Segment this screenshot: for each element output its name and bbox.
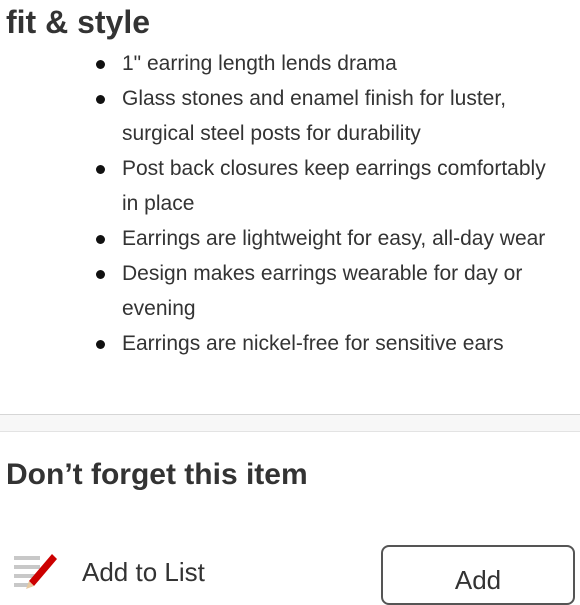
feature-bullet-text: Glass stones and enamel finish for luste… — [122, 87, 507, 145]
bullet-icon — [96, 60, 105, 69]
feature-bullet-text: 1" earring length lends drama — [122, 52, 397, 75]
section-title-fit-style: fit & style — [6, 4, 151, 40]
feature-bullet-item: Glass stones and enamel finish for luste… — [0, 81, 580, 151]
bullet-icon — [96, 165, 105, 174]
feature-bullet-item: Design makes earrings wearable for day o… — [0, 256, 580, 326]
bullet-icon — [96, 340, 105, 349]
list-pencil-icon[interactable] — [12, 552, 60, 592]
feature-bullet-item: Post back closures keep earrings comfort… — [0, 151, 580, 221]
bullet-icon — [96, 270, 105, 279]
feature-bullet-item: Earrings are lightweight for easy, all-d… — [0, 221, 580, 256]
bullet-icon — [96, 235, 105, 244]
feature-bullet-list: 1" earring length lends drama Glass ston… — [0, 46, 580, 361]
bullet-icon — [96, 95, 105, 104]
feature-bullet-text: Earrings are nickel-free for sensitive e… — [122, 332, 504, 355]
feature-bullet-text: Post back closures keep earrings comfort… — [122, 157, 546, 215]
feature-bullet-text: Earrings are lightweight for easy, all-d… — [122, 227, 546, 250]
section-divider — [0, 414, 580, 432]
recommendation-title: Don’t forget this item — [6, 458, 308, 491]
add-to-list-row: Add to List Add — [0, 540, 580, 605]
feature-bullet-text: Design makes earrings wearable for day o… — [122, 262, 523, 320]
add-to-list-label[interactable]: Add to List — [82, 556, 205, 588]
add-button[interactable]: Add — [381, 545, 575, 605]
feature-bullet-item: 1" earring length lends drama — [0, 46, 580, 81]
feature-bullet-item: Earrings are nickel-free for sensitive e… — [0, 326, 580, 361]
